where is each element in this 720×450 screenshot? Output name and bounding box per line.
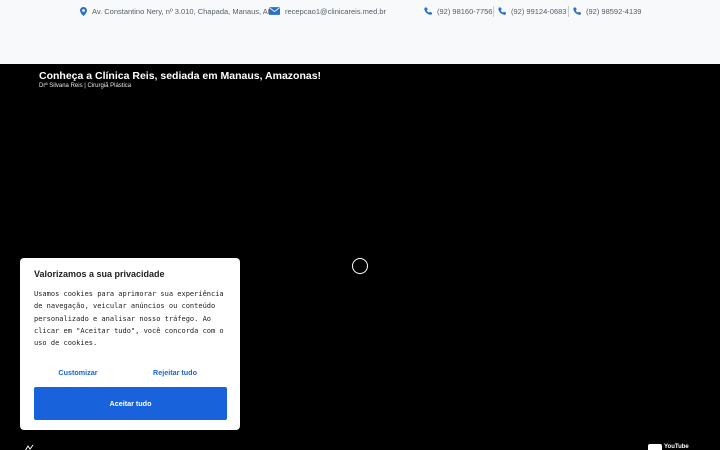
address-item[interactable]: Av. Constantino Nery, nº 3.010, Chapada,… bbox=[80, 4, 274, 18]
cookie-title: Valorizamos a sua privacidade bbox=[34, 269, 165, 279]
phone-text-3: (92) 98592-4139 bbox=[586, 6, 642, 16]
phone-item-3[interactable]: (92) 98592-4139 bbox=[573, 4, 641, 18]
phone-text-2: (92) 99124-0683 bbox=[511, 6, 567, 16]
envelope-icon bbox=[269, 7, 280, 15]
youtube-logo-icon[interactable] bbox=[648, 444, 662, 450]
phone-icon bbox=[424, 7, 432, 15]
share-icon[interactable] bbox=[24, 444, 34, 450]
phone-item-1[interactable]: (92) 98160-7756 bbox=[424, 4, 492, 18]
cookie-description: Usamos cookies para aprimorar sua experi… bbox=[34, 290, 224, 348]
email-text: recepcao1@clinicareis.med.br bbox=[285, 6, 386, 16]
top-info-bar: Av. Constantino Nery, nº 3.010, Chapada,… bbox=[0, 0, 720, 64]
phone-icon bbox=[498, 7, 506, 15]
cookie-consent-dialog: Valorizamos a sua privacidade Usamos coo… bbox=[20, 258, 240, 430]
accept-all-button[interactable]: Aceitar tudo bbox=[34, 387, 227, 420]
divider bbox=[568, 6, 569, 17]
video-title[interactable]: Conheça a Clínica Reis, sediada em Manau… bbox=[39, 70, 321, 82]
phone-text-1: (92) 98160-7756 bbox=[437, 6, 493, 16]
phone-item-2[interactable]: (92) 99124-0683 bbox=[498, 4, 566, 18]
phone-icon bbox=[573, 7, 581, 15]
email-item[interactable]: recepcao1@clinicareis.med.br bbox=[269, 4, 386, 18]
divider bbox=[493, 6, 494, 17]
customize-button[interactable]: Customizar bbox=[58, 366, 98, 378]
contact-row: Av. Constantino Nery, nº 3.010, Chapada,… bbox=[0, 4, 720, 18]
loading-spinner-icon bbox=[352, 258, 368, 274]
reject-all-button[interactable]: Rejeitar tudo bbox=[150, 366, 200, 378]
video-channel[interactable]: Drª Silvana Reis | Cirurgiã Plástica bbox=[39, 83, 131, 89]
youtube-brand-text[interactable]: YouTube bbox=[664, 444, 689, 450]
address-text: Av. Constantino Nery, nº 3.010, Chapada,… bbox=[92, 6, 275, 16]
location-pin-icon bbox=[80, 6, 87, 16]
